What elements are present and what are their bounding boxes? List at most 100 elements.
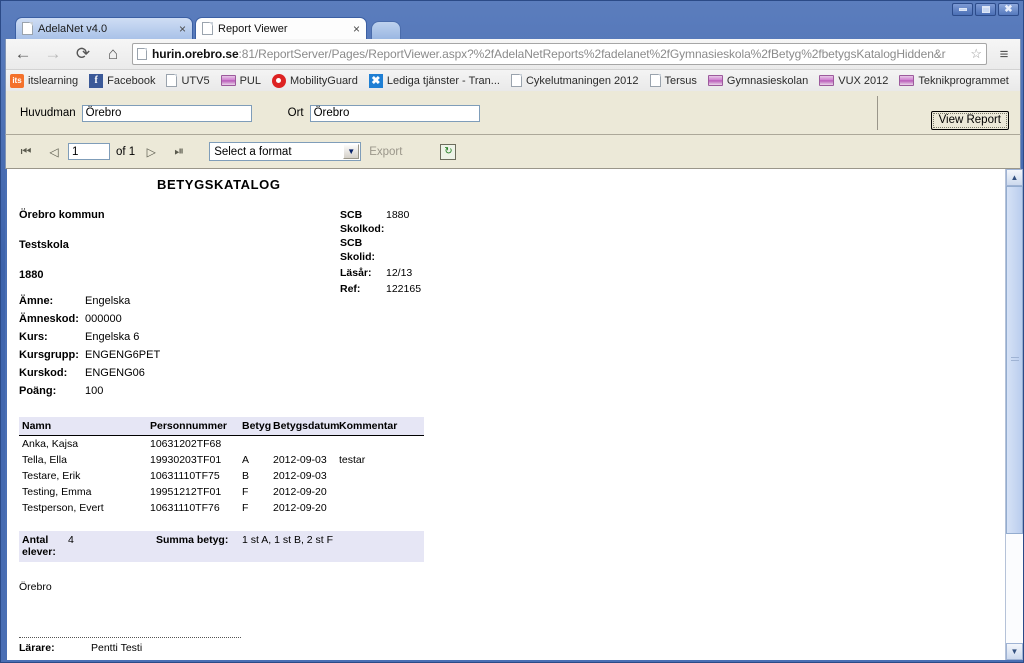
bookmark-vux-2012[interactable]: VUX 2012 (819, 75, 888, 87)
bookmark-gymnasieskolan[interactable]: Gymnasieskolan (707, 75, 808, 87)
bookmark-mobilityguard[interactable]: MobilityGuard (271, 73, 358, 88)
cell-kommentar (339, 502, 419, 514)
table-row: Testperson, Evert 10631110TF76 F 2012-09… (19, 500, 424, 516)
bookmark-lediga-tjanster[interactable]: ✖ Lediga tjänster - Tran... (368, 73, 500, 88)
cell-namn: Anka, Kajsa (22, 438, 79, 450)
forward-icon[interactable]: → (40, 41, 66, 67)
export-link[interactable]: Export (369, 146, 402, 158)
window-titlebar[interactable]: ✖ (1, 1, 1024, 16)
summary-row: Antal elever: 4 Summa betyg: 1 st A, 1 st… (19, 531, 424, 563)
cell-kommentar: testar (339, 454, 366, 466)
course-key: Ämneskod: (19, 313, 79, 325)
bookmark-pul[interactable]: PUL (220, 75, 261, 87)
tab-label: Report Viewer (218, 22, 288, 35)
new-tab-button[interactable] (371, 21, 401, 39)
scrollbar-track[interactable] (1006, 186, 1023, 643)
bookmark-cykelutmaningen[interactable]: Cykelutmaningen 2012 (510, 74, 639, 87)
course-row-amneskod: Ämneskod: 000000 (19, 313, 160, 325)
course-row-kursgrupp: Kursgrupp: ENGENG6PET (19, 349, 160, 361)
cell-personnummer: 19930203TF01 (150, 454, 222, 466)
bookmark-star-icon[interactable]: ☆ (966, 46, 982, 62)
meta-key-line2: Skolid: (340, 251, 376, 263)
course-key: Poäng: (19, 385, 57, 397)
cell-kommentar (339, 470, 419, 482)
home-icon[interactable]: ⌂ (100, 41, 126, 67)
bookmark-label: MobilityGuard (289, 74, 358, 87)
close-icon[interactable]: × (169, 23, 186, 35)
cell-personnummer: 10631110TF76 (150, 502, 220, 514)
meta-key: SCB (340, 237, 363, 249)
teacher-value: Pentti Testi (91, 642, 143, 654)
parameter-row: Huvudman Örebro Ort Örebro (6, 91, 480, 135)
bookmark-itslearning[interactable]: its itslearning (10, 73, 79, 88)
tab-adelanet[interactable]: AdelaNet v4.0 × (15, 17, 193, 39)
course-row-poang: Poäng: 100 (19, 385, 160, 397)
report-title: BETYGSKATALOG (157, 177, 281, 192)
ort-input[interactable]: Örebro (309, 104, 480, 122)
view-report-button[interactable]: View Report (930, 111, 1009, 130)
record-icon (271, 73, 286, 88)
bookmark-facebook[interactable]: f Facebook (89, 73, 156, 88)
first-page-icon[interactable]: ⏮ (16, 144, 36, 159)
column-header-kommentar: Kommentar (339, 420, 398, 432)
column-header-personnummer: Personnummer (150, 420, 228, 432)
export-format-select[interactable]: Select a format ▼ (209, 142, 362, 161)
report-toolbar: ⏮ ◁ 1 of 1 ▷ ⏯ Select a format ▼ Export … (5, 135, 1021, 169)
tab-report-viewer[interactable]: Report Viewer × (195, 17, 367, 39)
folder-icon (819, 75, 835, 86)
bookmark-utv5[interactable]: UTV5 (166, 74, 210, 87)
antal-label-line1: Antal (22, 534, 49, 546)
bookmark-label: VUX 2012 (838, 74, 889, 87)
meta-key: Läsår: (340, 267, 372, 279)
blue-x-icon: ✖ (368, 73, 383, 88)
bookmarks-bar: its itslearning f Facebook UTV5 PUL Mobi… (6, 69, 1020, 91)
course-key: Ämne: (19, 295, 54, 307)
its-icon: its (10, 73, 24, 88)
meta-value: 1880 (386, 209, 410, 221)
cell-personnummer: 10631110TF75 (150, 470, 220, 482)
refresh-icon[interactable]: ↻ (440, 143, 457, 160)
report-vertical-scrollbar[interactable]: ▲ ▼ (1005, 169, 1023, 660)
cell-namn: Testare, Erik (22, 470, 81, 482)
course-value: ENGENG06 (85, 367, 145, 379)
bookmark-label: Facebook (107, 74, 156, 87)
scroll-up-icon[interactable]: ▲ (1006, 169, 1023, 186)
meta-row-scb-skolkod-cont: Skolkod: (340, 223, 540, 235)
export-format-value: Select a format (214, 145, 292, 158)
course-value: 100 (85, 385, 104, 397)
course-value: ENGENG6PET (85, 349, 161, 361)
column-header-betyg: Betyg (242, 420, 272, 432)
folder-icon (707, 75, 723, 86)
back-icon[interactable]: ← (10, 41, 36, 67)
table-row: Testare, Erik 10631110TF75 B 2012-09-03 (19, 468, 424, 484)
cell-betygsdatum: 2012-09-03 (273, 454, 327, 466)
reload-icon[interactable]: ⟳ (70, 41, 96, 67)
browser-window: ✖ AdelaNet v4.0 × Report Viewer × ← → ⟳ … (0, 0, 1024, 663)
bookmark-label: itslearning (28, 74, 79, 87)
window-bottom-edge (1, 658, 1024, 662)
close-icon[interactable]: × (343, 23, 360, 35)
meta-row-scb-skolid-cont: Skolid: (340, 251, 540, 263)
organisation-block: Örebro kommun Testskola 1880 (19, 209, 105, 299)
report-body: BETYGSKATALOG Örebro kommun Testskola 18… (5, 169, 1021, 660)
scrollbar-thumb[interactable] (1006, 186, 1023, 534)
cell-betyg: F (242, 486, 249, 498)
cell-betygsdatum (273, 438, 339, 450)
cell-betygsdatum: 2012-09-20 (273, 486, 327, 498)
cell-kommentar (339, 438, 419, 450)
course-row-amne: Ämne: Engelska (19, 295, 160, 307)
page-number-input[interactable]: 1 (68, 143, 110, 160)
cell-betyg (242, 438, 273, 450)
last-page-icon[interactable]: ⏯ (169, 144, 189, 159)
course-key: Kurs: (19, 331, 48, 343)
prev-page-icon[interactable]: ◁ (44, 145, 64, 159)
menu-icon[interactable]: ≡ (991, 41, 1017, 67)
meta-key: SCB (340, 209, 363, 221)
next-page-icon[interactable]: ▷ (141, 145, 161, 159)
address-bar[interactable]: hurin.orebro.se:81/ReportServer/Pages/Re… (132, 43, 987, 65)
cell-kommentar (339, 486, 419, 498)
bookmark-tersus[interactable]: Tersus (649, 74, 697, 87)
huvudman-input[interactable]: Örebro (81, 104, 252, 122)
chevron-down-icon[interactable]: ▼ (343, 144, 360, 159)
bookmark-teknikprogrammet[interactable]: Teknikprogrammet (899, 75, 1009, 87)
